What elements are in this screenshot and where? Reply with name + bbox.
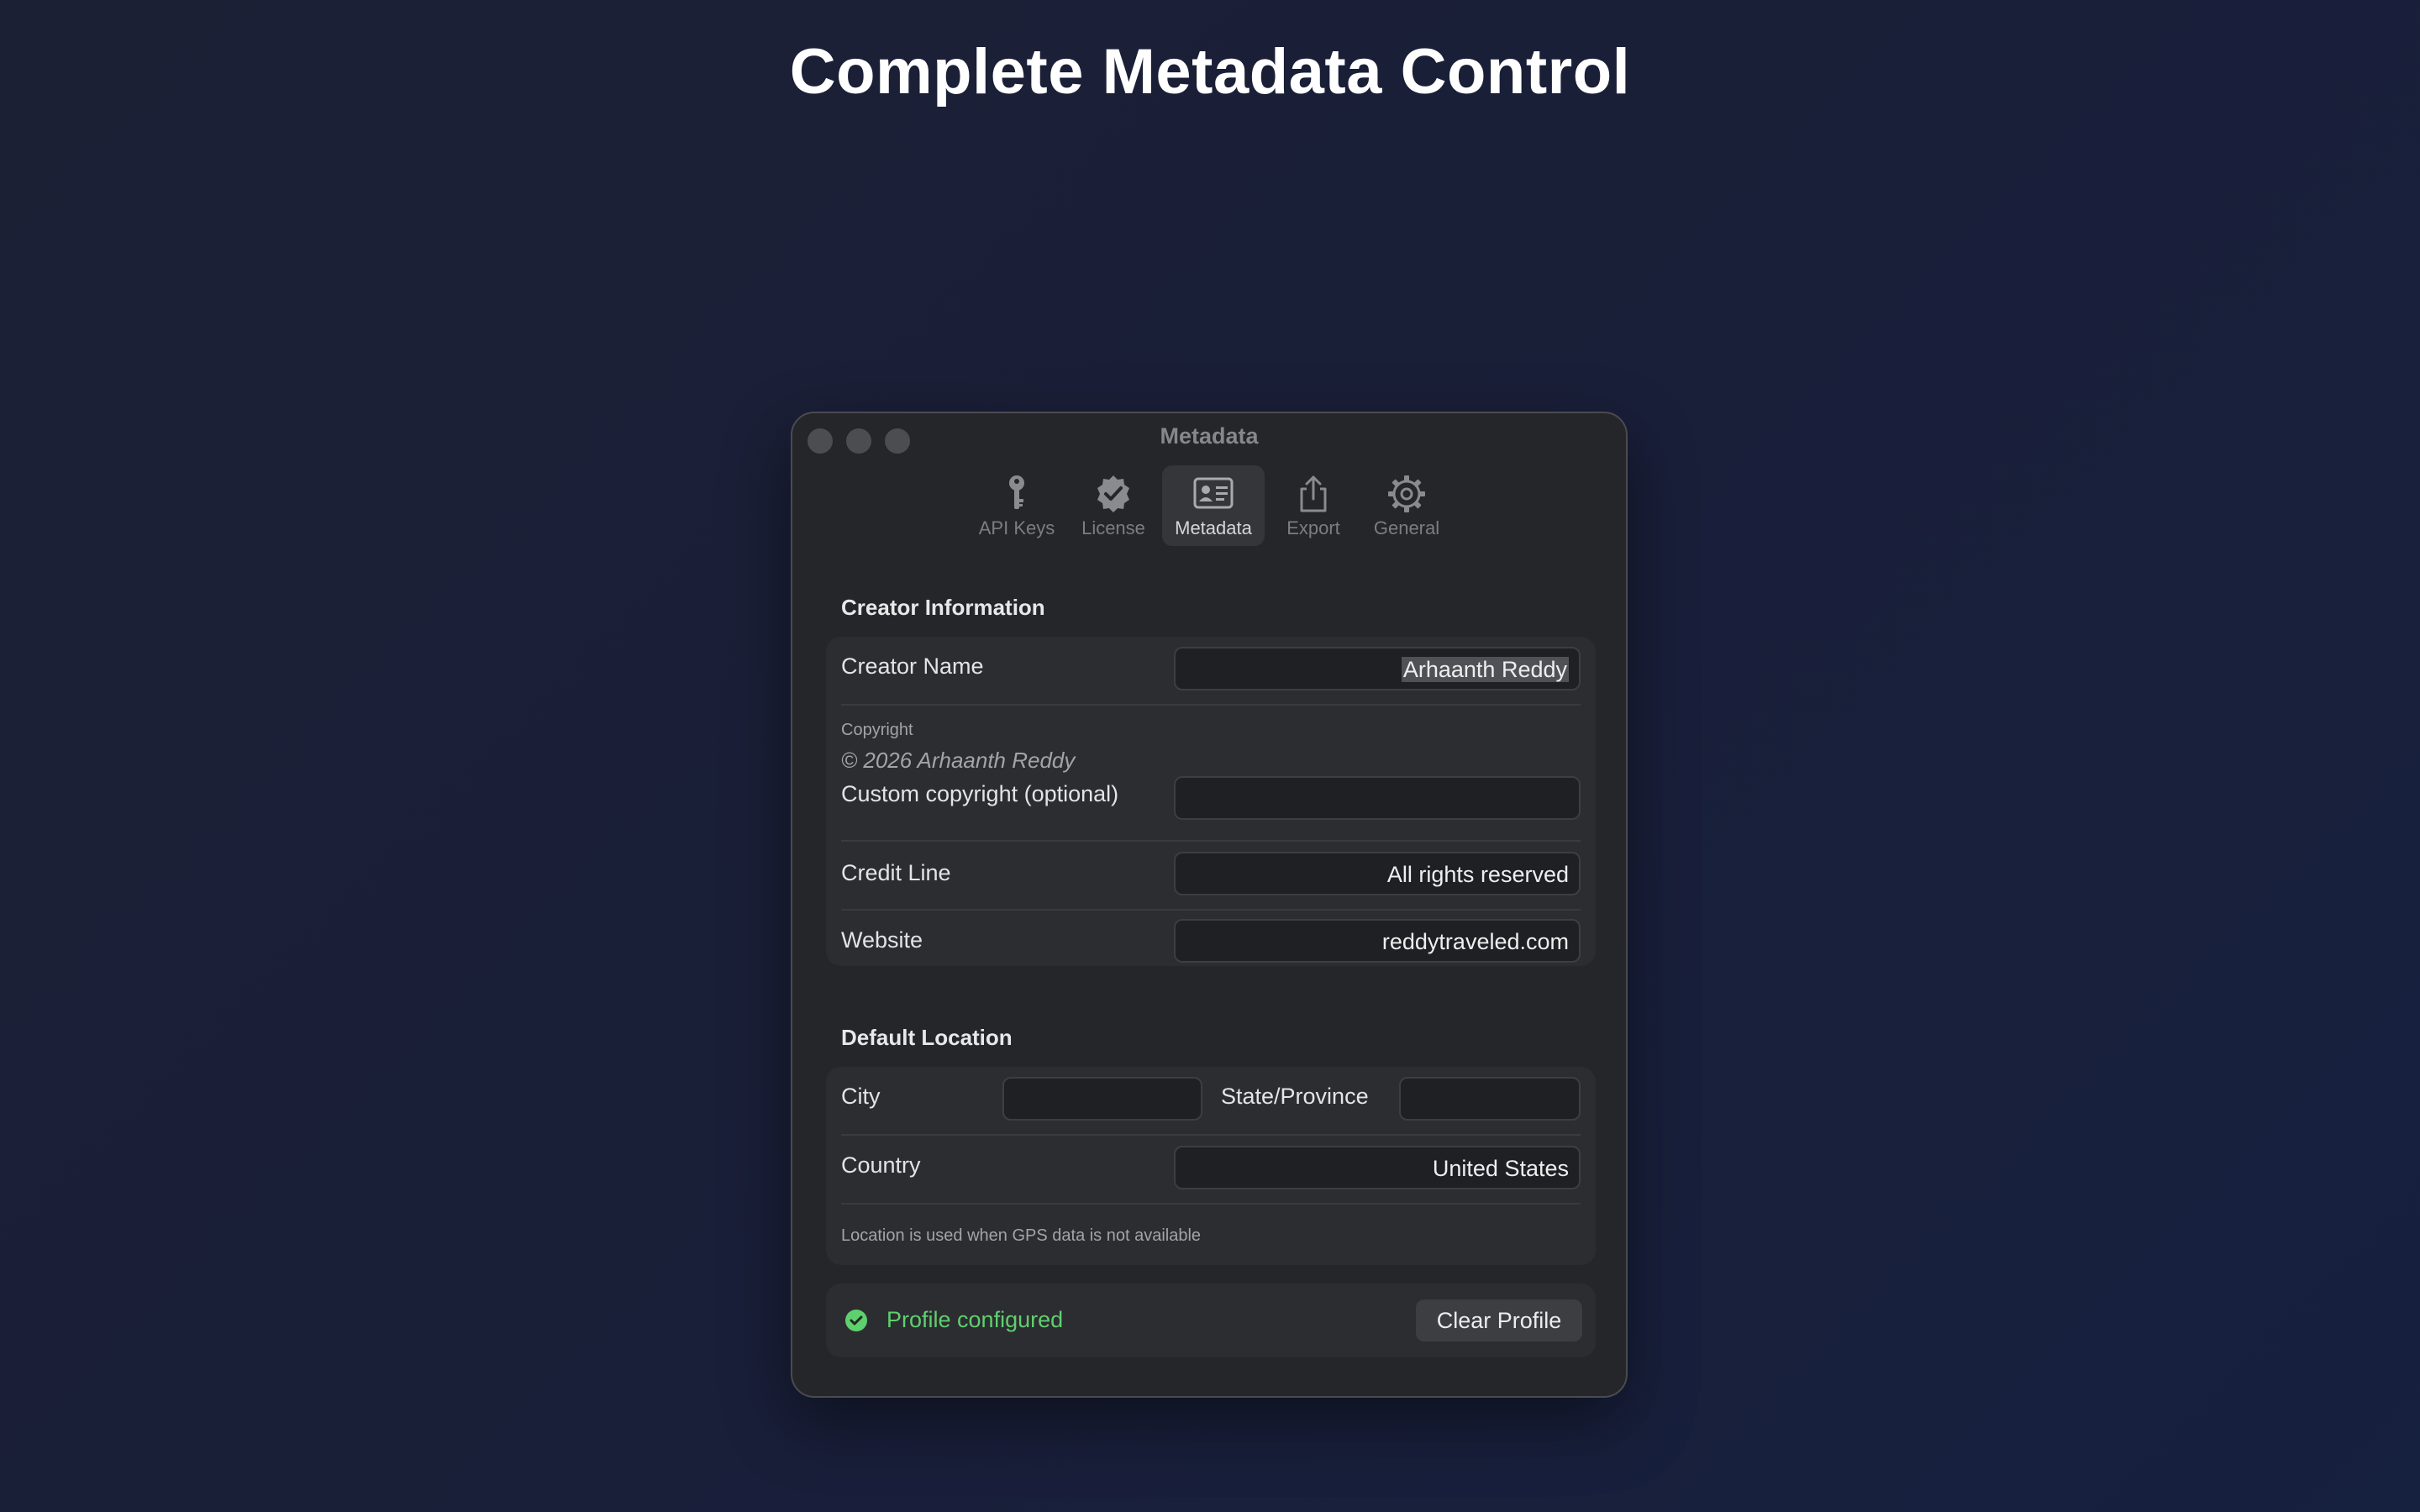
profile-status-text: Profile configured xyxy=(886,1307,1064,1332)
creator-name-row: Creator Name Arhaanth Reddy xyxy=(841,637,1581,704)
state-label: State/Province xyxy=(1221,1084,1369,1109)
country-row: Country United States xyxy=(841,1136,1581,1203)
creator-name-value: Arhaanth Reddy xyxy=(1401,657,1569,682)
page-headline: Complete Metadata Control xyxy=(789,36,1631,108)
tab-metadata[interactable]: Metadata xyxy=(1162,465,1265,546)
profile-status-group: Profile configured Clear Profile xyxy=(826,1284,1596,1357)
copyright-caption: Copyright xyxy=(841,721,913,739)
tab-label: API Keys xyxy=(978,517,1055,538)
key-icon xyxy=(1009,475,1024,509)
tab-general[interactable]: General xyxy=(1369,465,1444,546)
tab-export[interactable]: Export xyxy=(1278,465,1349,546)
city-state-row: City State/Province xyxy=(841,1067,1581,1134)
city-field[interactable] xyxy=(1002,1077,1202,1121)
country-label: Country xyxy=(841,1152,921,1178)
tab-label: License xyxy=(1081,517,1145,538)
location-group: City State/Province Country United State… xyxy=(826,1067,1596,1265)
tab-api-keys[interactable]: API Keys xyxy=(976,465,1058,546)
location-note-row: Location is used when GPS data is not av… xyxy=(841,1205,1581,1265)
city-label: City xyxy=(841,1084,881,1109)
website-label: Website xyxy=(841,927,923,953)
credit-line-field[interactable]: All rights reserved xyxy=(1174,852,1581,895)
gear-icon xyxy=(1388,475,1425,512)
settings-window: Metadata API Keys License Metadata Expor… xyxy=(791,412,1628,1398)
custom-copyright-field[interactable] xyxy=(1174,776,1581,820)
country-field[interactable]: United States xyxy=(1174,1146,1581,1189)
creator-name-field[interactable]: Arhaanth Reddy xyxy=(1174,647,1581,690)
window-title: Metadata xyxy=(1160,423,1259,449)
website-row: Website reddytraveled.com xyxy=(841,911,1581,966)
state-field[interactable] xyxy=(1399,1077,1581,1121)
creator-group: Creator Name Arhaanth Reddy Copyright © … xyxy=(826,637,1596,966)
tab-license[interactable]: License xyxy=(1076,465,1150,546)
copyright-preview: © 2026 Arhaanth Reddy xyxy=(841,748,1076,773)
tab-label: General xyxy=(1373,517,1440,538)
preferences-toolbar: API Keys License Metadata Export General xyxy=(792,465,1626,549)
credit-line-label: Credit Line xyxy=(841,860,951,885)
clear-profile-button[interactable]: Clear Profile xyxy=(1416,1299,1582,1341)
tab-label: Export xyxy=(1286,517,1340,538)
location-section-title: Default Location xyxy=(841,1025,1013,1050)
verified-badge-icon xyxy=(1097,475,1129,512)
custom-copyright-label: Custom copyright (optional) xyxy=(841,781,1119,806)
contact-card-icon xyxy=(1193,477,1234,509)
credit-line-row: Credit Line All rights reserved xyxy=(841,842,1581,909)
share-icon xyxy=(1300,475,1327,512)
website-field[interactable]: reddytraveled.com xyxy=(1174,919,1581,963)
copyright-row: Copyright © 2026 Arhaanth Reddy Custom c… xyxy=(841,706,1581,840)
checkmark-circle-icon xyxy=(845,1310,867,1331)
tab-label: Metadata xyxy=(1175,517,1252,538)
creator-section-title: Creator Information xyxy=(841,595,1045,620)
creator-name-label: Creator Name xyxy=(841,654,984,679)
location-note: Location is used when GPS data is not av… xyxy=(841,1226,1202,1245)
